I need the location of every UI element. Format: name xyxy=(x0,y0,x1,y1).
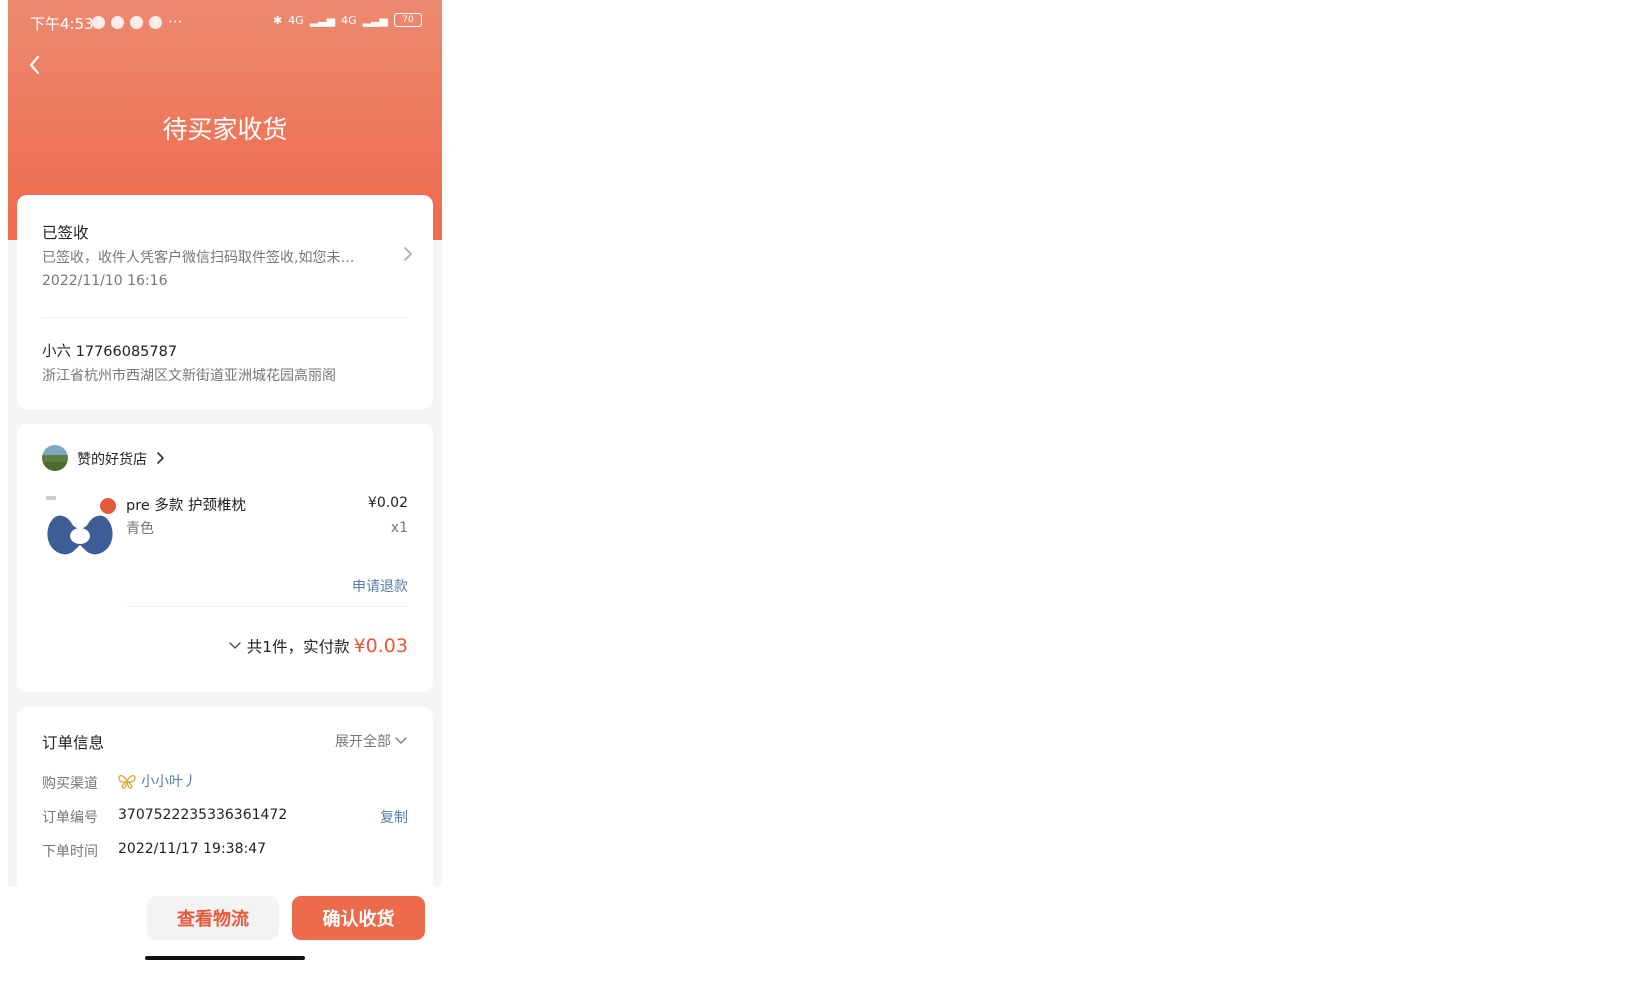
bottom-action-bar: 查看物流 确认收货 xyxy=(8,886,442,966)
status-bar: 下午4:53 ··· ✱ 4G ▂▃▅ 4G ▂▃▅ 70 xyxy=(8,0,442,46)
total-label: 共1件，实付款 xyxy=(246,638,350,656)
signal-icon: ▂▃▅ xyxy=(309,13,336,27)
product-spec: 青色 xyxy=(126,521,154,537)
refund-button[interactable]: 申请退款 xyxy=(352,576,408,596)
divider xyxy=(42,317,408,318)
copy-button[interactable]: 复制 xyxy=(380,807,408,827)
alarm-icon xyxy=(92,15,105,29)
product-thumbnail xyxy=(42,490,118,566)
channel-value[interactable]: 小小叶丿 xyxy=(118,771,197,791)
system-status-icons: ✱ 4G ▂▃▅ 4G ▂▃▅ 70 xyxy=(273,13,422,27)
order-number: 3707522235336361472 xyxy=(118,807,288,823)
logistics-time: 2022/11/10 16:16 xyxy=(42,273,168,289)
shop-avatar xyxy=(42,445,68,471)
butterfly-icon xyxy=(118,774,136,789)
battery-icon: 70 xyxy=(394,13,422,27)
view-logistics-button[interactable]: 查看物流 xyxy=(147,896,279,940)
chevron-down-icon xyxy=(395,737,407,744)
logistics-status: 已签收 xyxy=(42,224,89,242)
order-time: 2022/11/17 19:38:47 xyxy=(118,841,267,857)
shop-name: 赞的好货店 xyxy=(77,452,147,468)
app-notification-icon xyxy=(111,15,124,29)
bluetooth-icon: ✱ xyxy=(272,13,283,27)
chevron-left-icon xyxy=(29,55,40,75)
app-notification-icon xyxy=(149,15,162,29)
logistics-detail: 已签收，收件人凭客户微信扫码取件签收,如您未… xyxy=(42,250,355,266)
expand-all-button[interactable]: 展开全部 xyxy=(335,731,408,751)
status-time: 下午4:53 xyxy=(30,15,94,33)
order-time-label: 下单时间 xyxy=(42,844,98,860)
phone-screen: 下午4:53 ··· ✱ 4G ▂▃▅ 4G ▂▃▅ 70 待买家收货 已签收 … xyxy=(8,0,442,966)
delivery-card: 已签收 已签收，收件人凭客户微信扫码取件签收,如您未… 2022/11/10 1… xyxy=(17,195,433,409)
more-notifications-icon: ··· xyxy=(168,13,183,31)
home-indicator[interactable] xyxy=(145,956,305,960)
chevron-right-icon xyxy=(157,452,164,464)
order-info-title: 订单信息 xyxy=(42,734,105,752)
product-title: pre 多款 护颈椎枕 xyxy=(126,498,246,514)
product-quantity: x1 xyxy=(390,520,408,536)
channel-name: 小小叶丿 xyxy=(141,774,197,790)
logistics-section[interactable]: 已签收 已签收，收件人凭客户微信扫码取件签收,如您未… 2022/11/10 1… xyxy=(17,195,433,307)
product-row[interactable]: pre 多款 护颈椎枕 青色 ¥0.02 x1 xyxy=(17,484,433,566)
recipient-address: 浙江省杭州市西湖区文新街道亚洲城花园高丽阁 xyxy=(42,368,336,384)
expand-all-label: 展开全部 xyxy=(335,734,391,750)
network-type: 4G xyxy=(288,13,304,27)
shop-header[interactable]: 赞的好货店 xyxy=(42,444,262,474)
order-items-card: 赞的好货店 pre 多款 护颈椎枕 青色 ¥0.02 x1 申请退款 共1件，实… xyxy=(17,424,433,692)
recipient-name-phone: 小六 17766085787 xyxy=(42,344,178,360)
app-notification-icon xyxy=(130,15,143,29)
order-total: 共1件，实付款 ¥0.03 xyxy=(228,633,408,659)
back-button[interactable] xyxy=(20,48,60,82)
network-type: 4G xyxy=(341,13,357,27)
product-price: ¥0.02 xyxy=(367,495,408,511)
channel-label: 购买渠道 xyxy=(42,776,98,792)
chevron-right-icon xyxy=(404,247,412,261)
page-title: 待买家收货 xyxy=(162,115,288,144)
order-number-label: 订单编号 xyxy=(42,810,98,826)
notification-icons: ··· xyxy=(92,13,182,31)
confirm-receipt-button[interactable]: 确认收货 xyxy=(292,896,425,940)
signal-icon: ▂▃▅ xyxy=(362,13,388,27)
total-amount: ¥0.03 xyxy=(353,635,408,657)
chevron-down-icon[interactable] xyxy=(228,639,242,653)
divider xyxy=(126,606,408,607)
